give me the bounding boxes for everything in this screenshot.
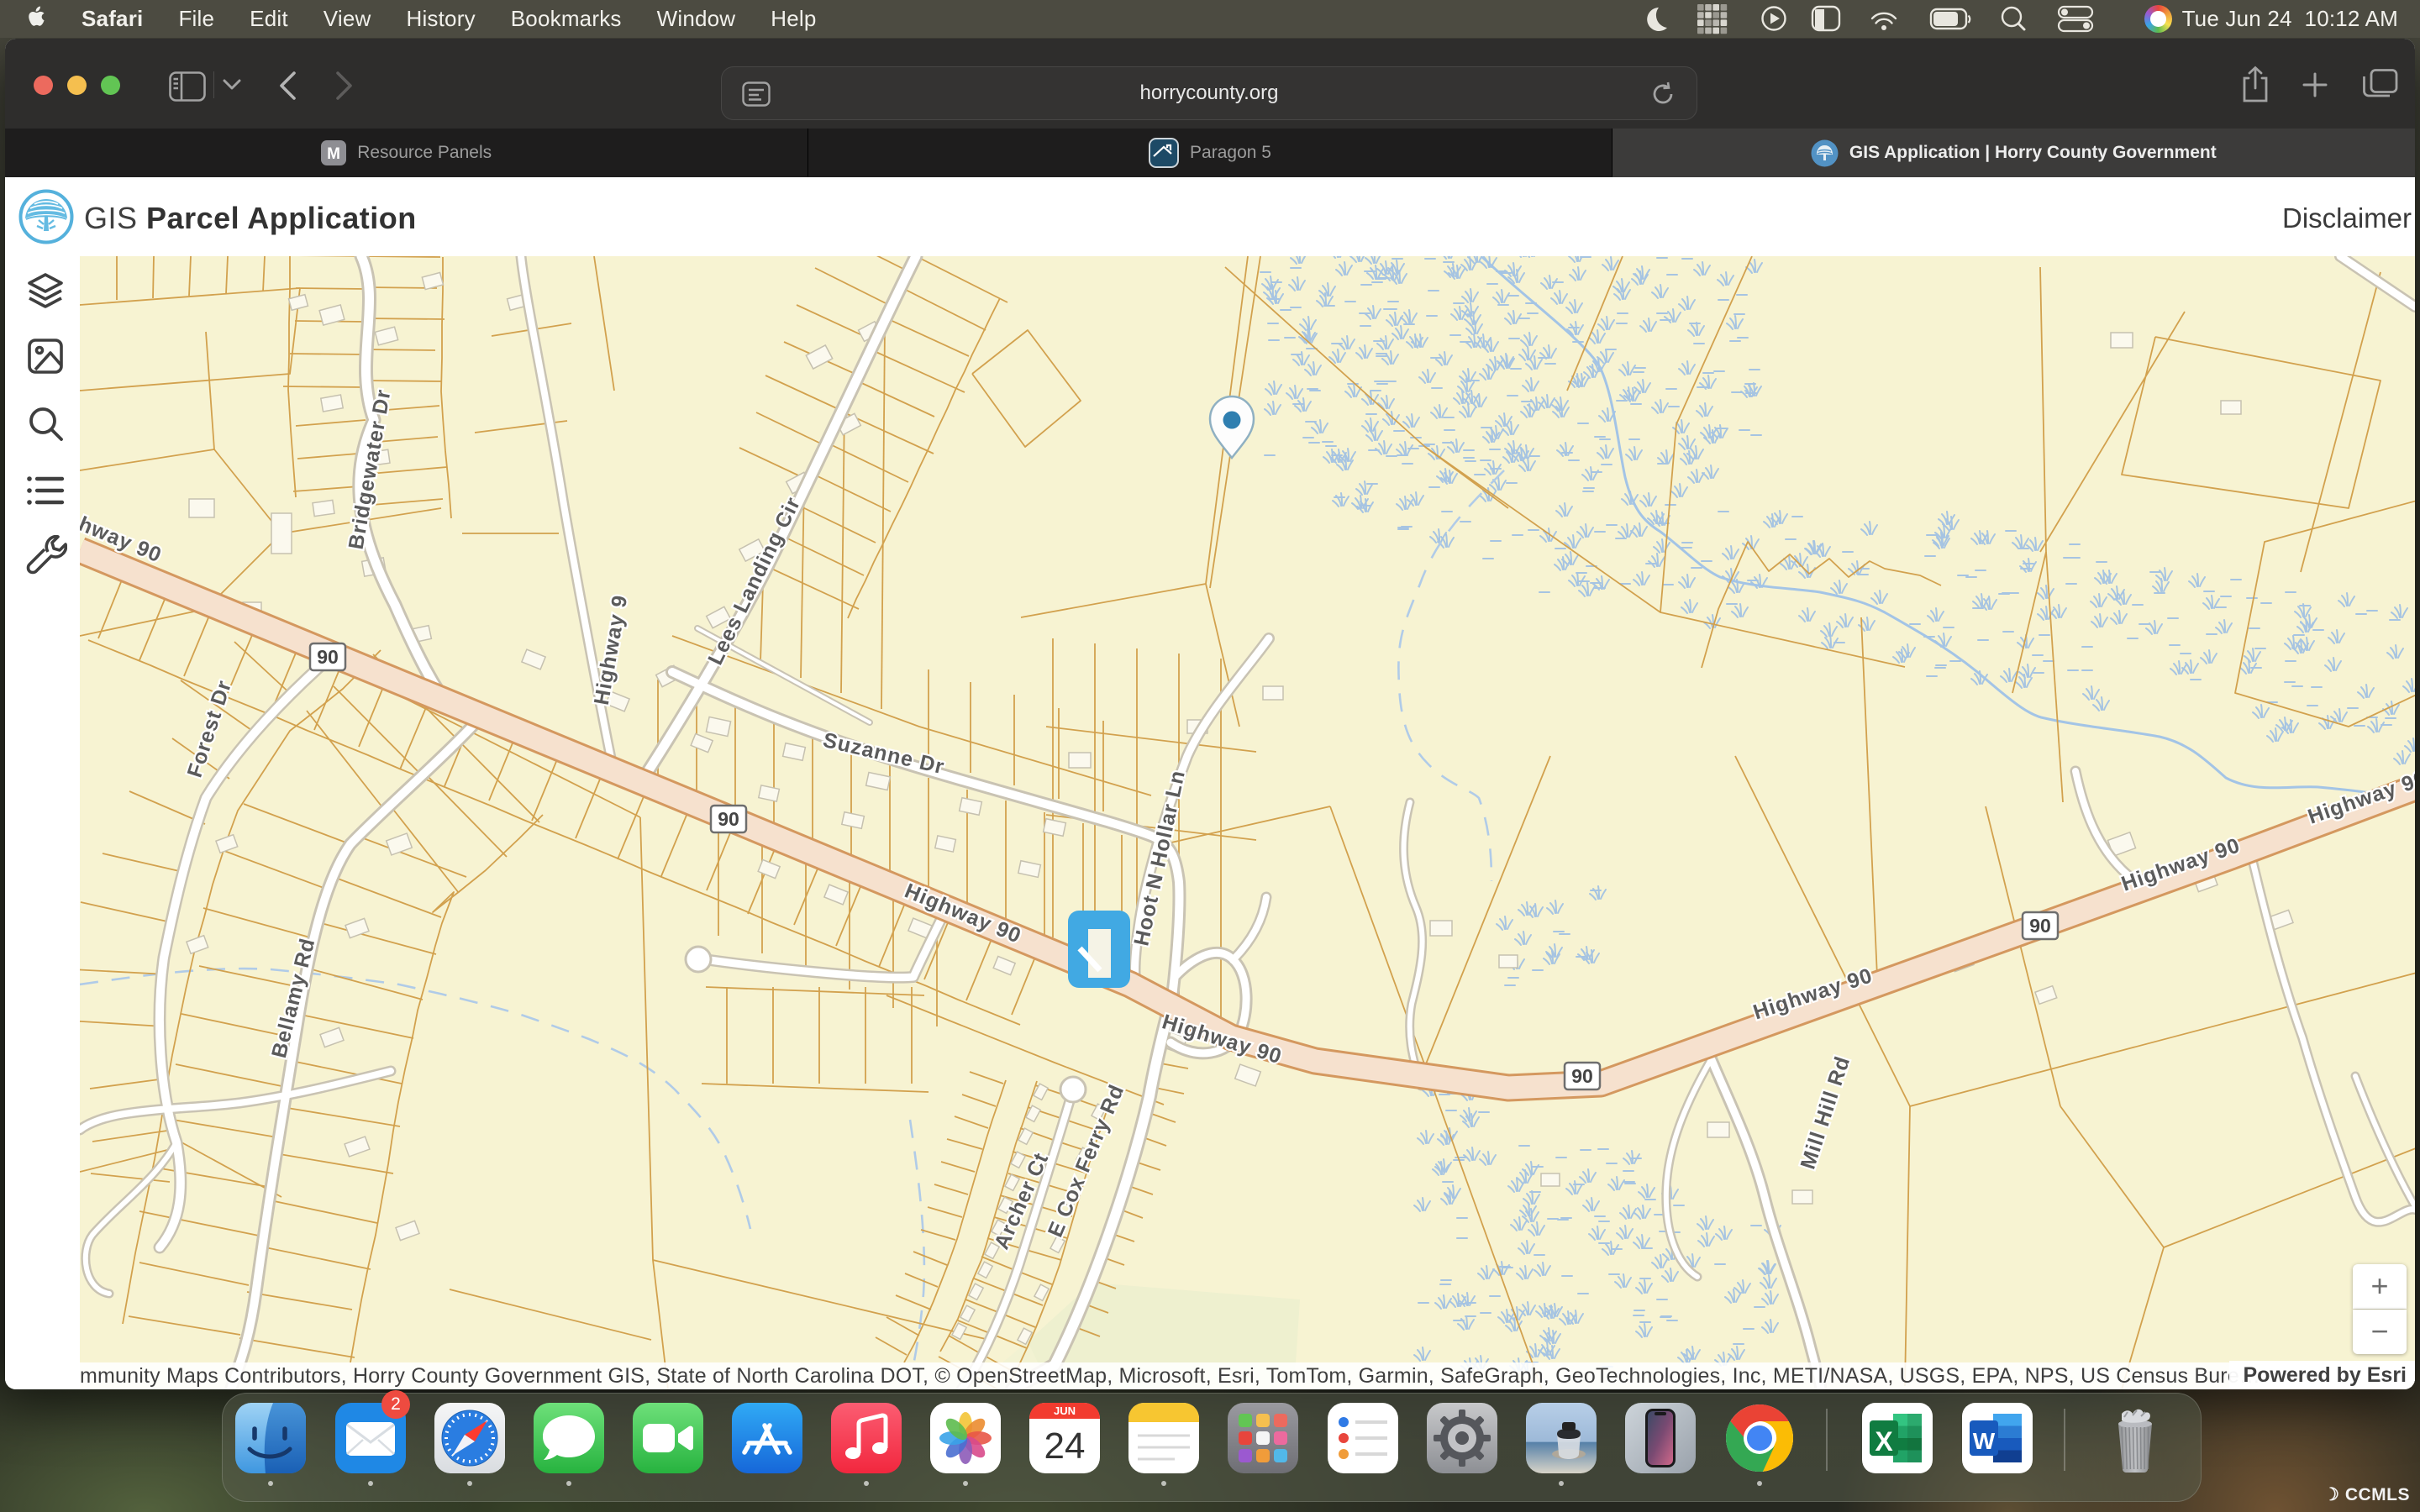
svg-text:M: M — [327, 145, 340, 163]
svg-text:90: 90 — [1571, 1065, 1593, 1087]
svg-text:90: 90 — [718, 808, 739, 830]
svg-text:JUN: JUN — [1054, 1404, 1076, 1417]
svg-text:90: 90 — [2029, 915, 2051, 937]
svg-text:24: 24 — [1044, 1425, 1086, 1467]
svg-text:W: W — [1973, 1428, 1996, 1454]
svg-text:90: 90 — [317, 646, 339, 668]
svg-text:X: X — [1875, 1426, 1893, 1457]
